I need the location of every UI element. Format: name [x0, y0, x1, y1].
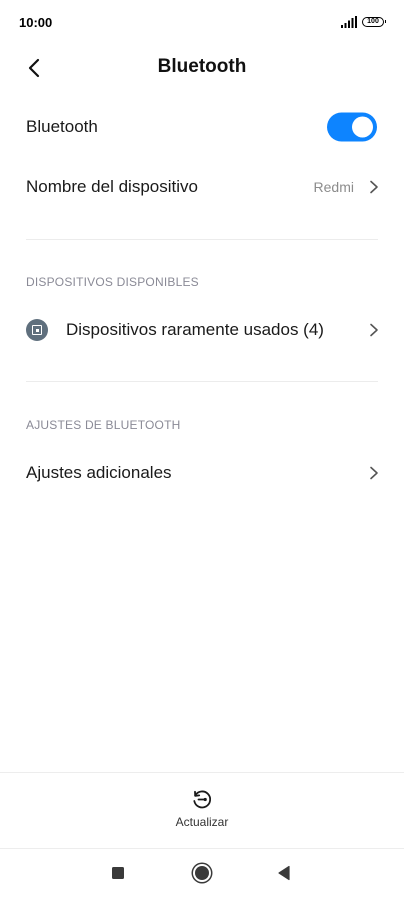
page-title: Bluetooth: [157, 56, 247, 77]
recent-apps-button[interactable]: [104, 859, 132, 887]
refresh-label: Actualizar: [175, 815, 229, 829]
bluetooth-label: Bluetooth: [26, 117, 98, 136]
device-name-row[interactable]: Nombre del dispositivo Redmi: [0, 159, 404, 215]
triangle-back-icon: [278, 865, 290, 881]
circle-icon: [195, 866, 209, 880]
bluetooth-toggle-row[interactable]: Bluetooth: [0, 99, 404, 155]
refresh-icon: [193, 790, 212, 809]
nav-back-button[interactable]: [270, 859, 298, 887]
additional-settings-label: Ajustes adicionales: [26, 463, 172, 482]
divider: [26, 381, 378, 382]
toggle-knob: [352, 116, 373, 138]
section-header-settings: AJUSTES DE BLUETOOTH: [26, 418, 181, 432]
signal-icon: [341, 16, 357, 28]
list-item-additional-settings[interactable]: Ajustes adicionales: [0, 445, 404, 501]
divider: [26, 239, 378, 240]
list-item-rarely-used-devices[interactable]: Dispositivos raramente usados (4): [0, 302, 404, 358]
rarely-used-devices-label: Dispositivos raramente usados (4): [66, 320, 324, 339]
chevron-right-icon: [370, 466, 378, 480]
device-name-label: Nombre del dispositivo: [26, 177, 198, 196]
bottom-divider: [0, 772, 404, 773]
header: Bluetooth: [0, 44, 404, 92]
device-icon: [26, 319, 48, 341]
status-time: 10:00: [19, 15, 53, 30]
chevron-right-icon: [370, 180, 378, 194]
bluetooth-toggle[interactable]: [327, 112, 377, 142]
device-name-value: Redmi: [313, 179, 354, 195]
refresh-button[interactable]: Actualizar: [152, 782, 252, 838]
chevron-right-icon: [370, 323, 378, 337]
section-header-available: DISPOSITIVOS DISPONIBLES: [26, 275, 199, 289]
navigation-bar: [0, 849, 404, 897]
home-button[interactable]: [188, 859, 216, 887]
square-icon: [112, 867, 124, 879]
battery-icon: 100: [362, 17, 386, 27]
status-bar: 10:00 100: [0, 0, 404, 44]
